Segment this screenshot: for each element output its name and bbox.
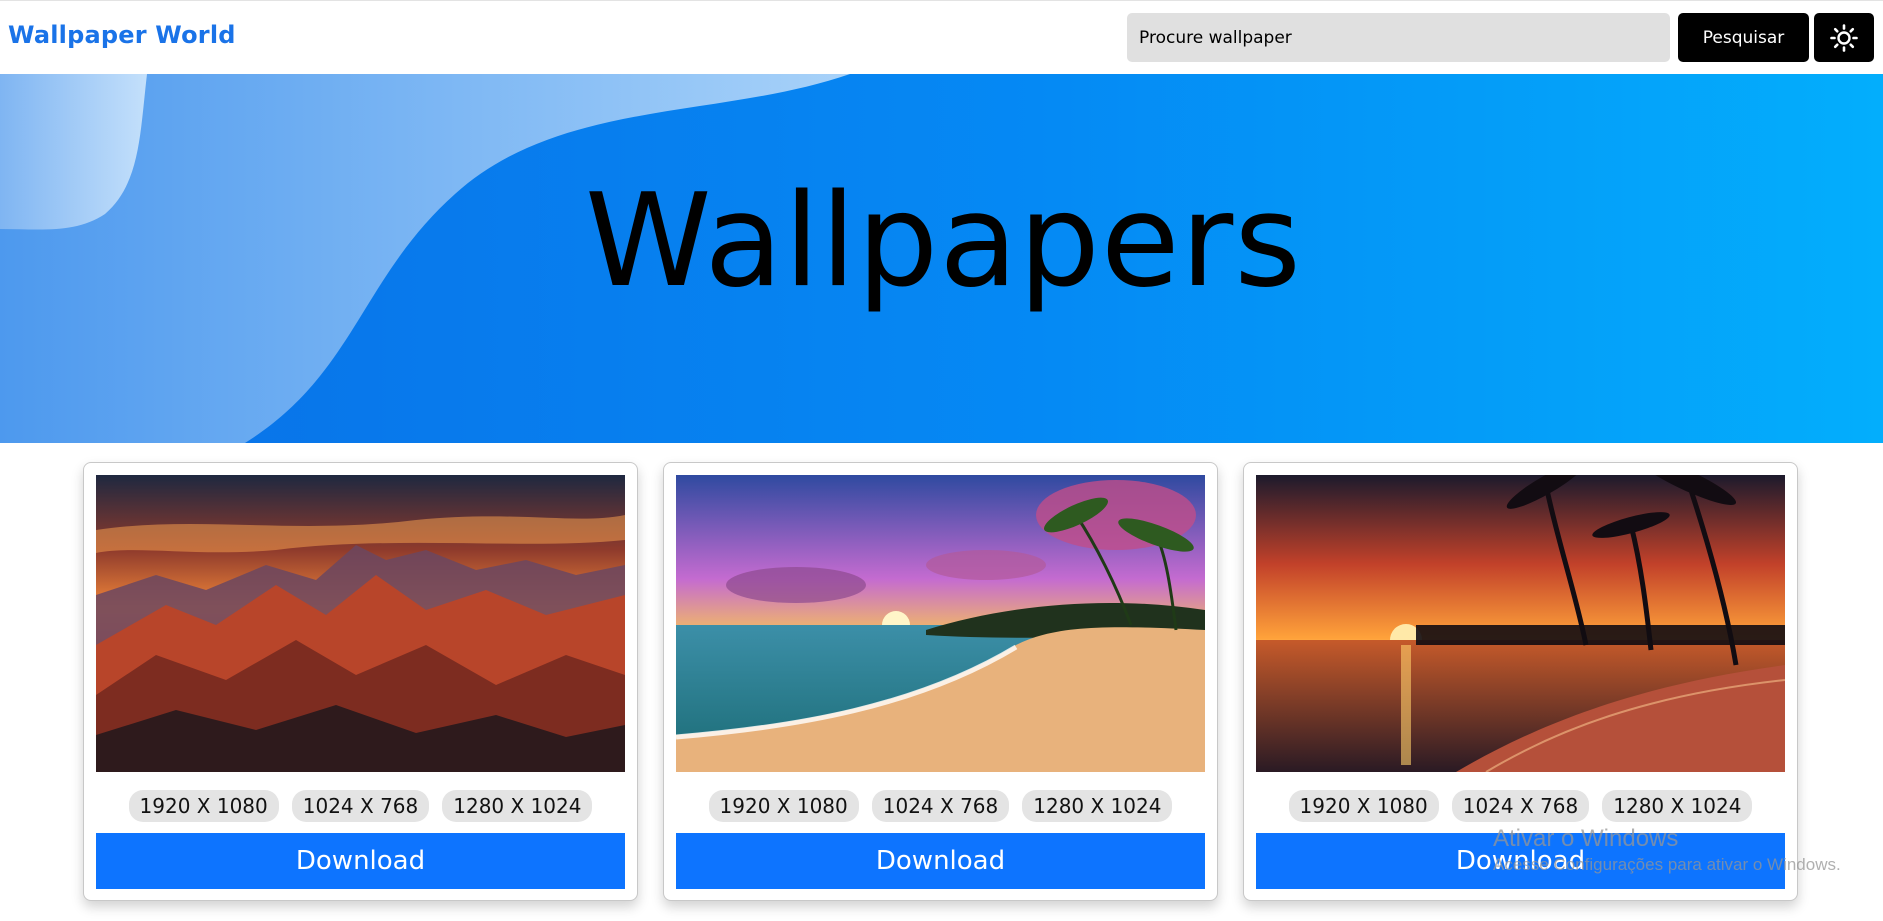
size-option[interactable]: 1024 X 768 [291, 790, 430, 822]
navbar: Wallpaper World Pesquisar [0, 0, 1883, 74]
theme-toggle-button[interactable] [1814, 13, 1874, 62]
site-logo[interactable]: Wallpaper World [8, 21, 236, 49]
size-option[interactable]: 1920 X 1080 [708, 790, 859, 822]
download-button[interactable]: Download [96, 833, 625, 889]
size-option[interactable]: 1280 X 1024 [1602, 790, 1753, 822]
wallpaper-card: 1920 X 1080 1024 X 768 1280 X 1024 Downl… [1243, 462, 1798, 901]
resolution-options: 1920 X 1080 1024 X 768 1280 X 1024 [1244, 790, 1797, 822]
size-option[interactable]: 1920 X 1080 [1288, 790, 1439, 822]
search-input[interactable] [1127, 13, 1670, 62]
sun-icon [1830, 23, 1858, 52]
resolution-options: 1920 X 1080 1024 X 768 1280 X 1024 [84, 790, 637, 822]
beach-sunset-image[interactable] [676, 475, 1205, 772]
palm-beach-sunset-image[interactable] [1256, 475, 1785, 772]
search-button[interactable]: Pesquisar [1678, 13, 1809, 62]
size-option[interactable]: 1024 X 768 [871, 790, 1010, 822]
wallpaper-card: 1920 X 1080 1024 X 768 1280 X 1024 Downl… [83, 462, 638, 901]
size-option[interactable]: 1280 X 1024 [1022, 790, 1173, 822]
resolution-options: 1920 X 1080 1024 X 768 1280 X 1024 [664, 790, 1217, 822]
hero-title: Wallpapers [585, 167, 1302, 316]
size-option[interactable]: 1280 X 1024 [442, 790, 593, 822]
mountain-sunset-image[interactable] [96, 475, 625, 772]
size-option[interactable]: 1920 X 1080 [128, 790, 279, 822]
download-button[interactable]: Download [676, 833, 1205, 889]
size-option[interactable]: 1024 X 768 [1451, 790, 1590, 822]
hero-banner: Wallpapers [0, 74, 1883, 443]
wallpaper-card: 1920 X 1080 1024 X 768 1280 X 1024 Downl… [663, 462, 1218, 901]
download-button[interactable]: Download [1256, 833, 1785, 889]
